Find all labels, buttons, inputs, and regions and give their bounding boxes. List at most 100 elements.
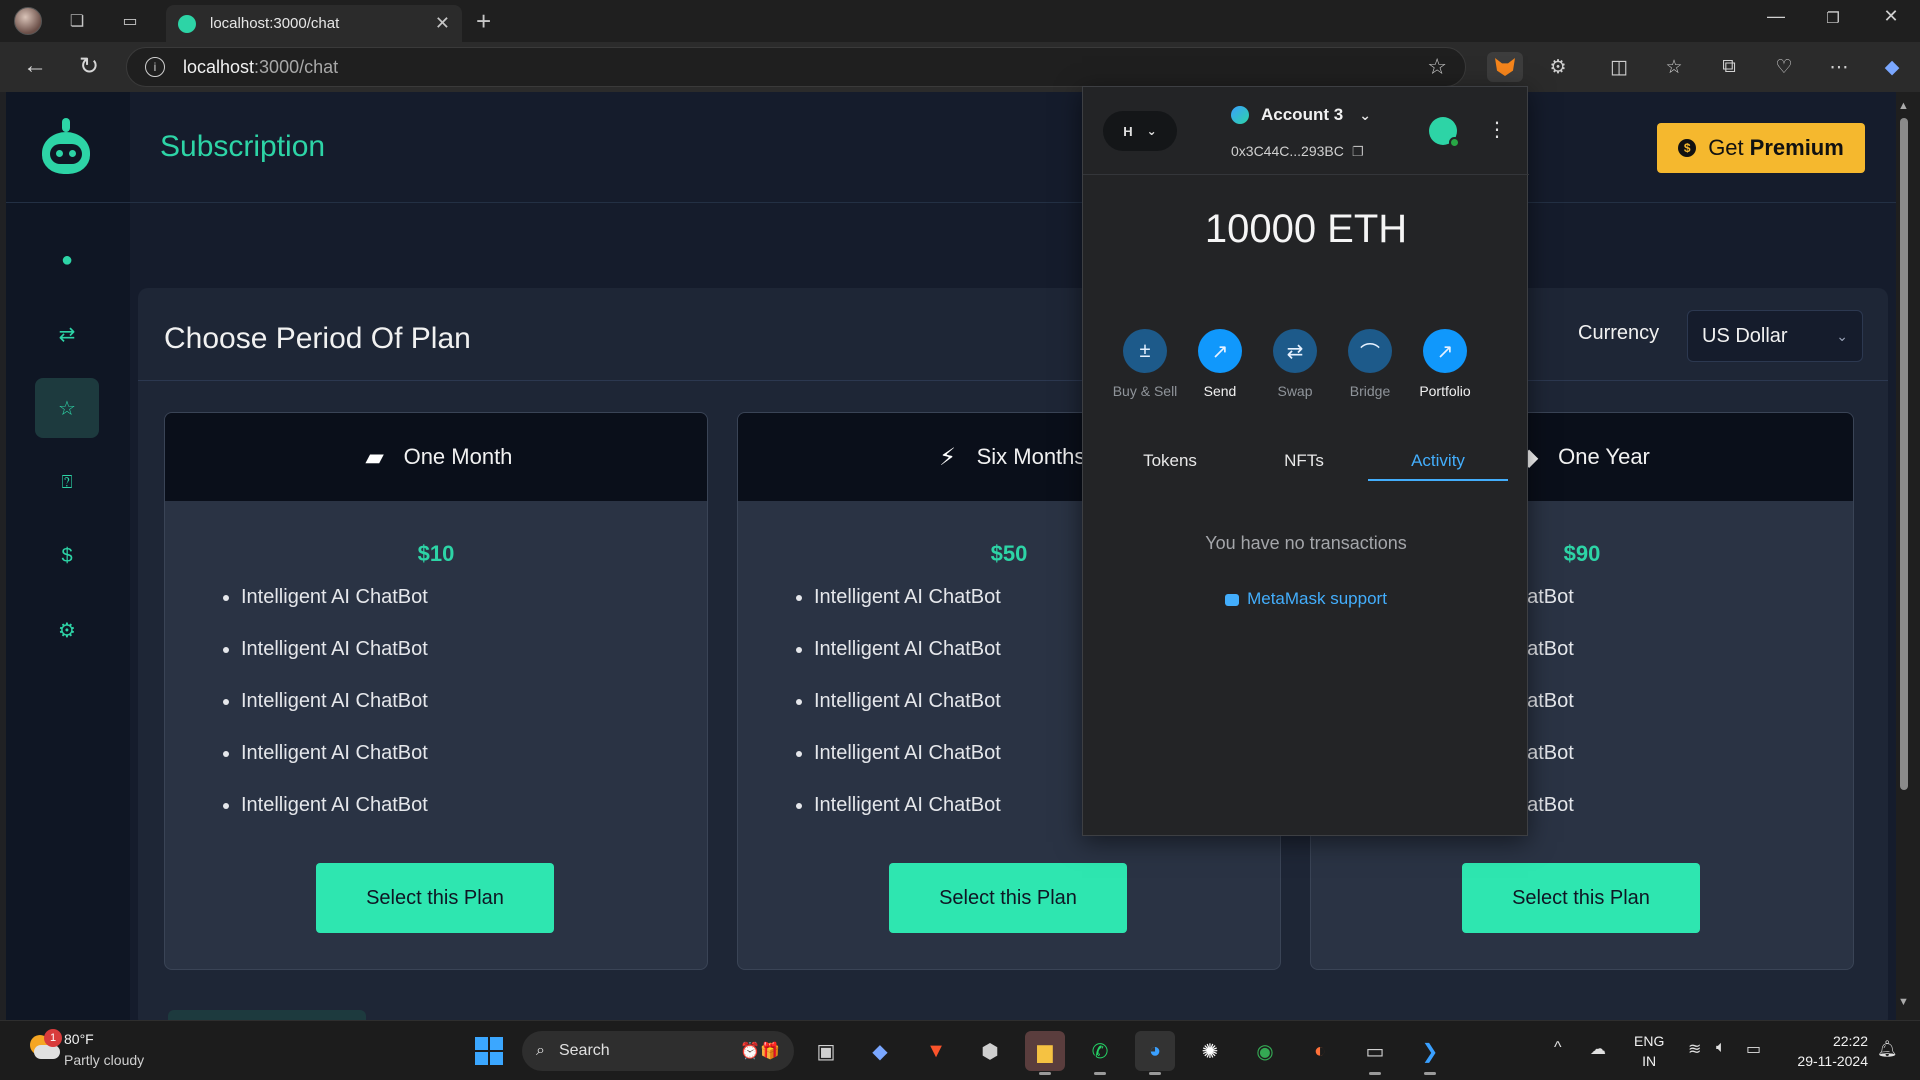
language-indicator[interactable]: ENG IN [1634, 1031, 1664, 1071]
workspaces-icon[interactable]: ❏ [64, 8, 90, 34]
swap-button[interactable]: ⇄ Swap [1260, 329, 1330, 399]
vscode-icon[interactable]: ❯ [1410, 1031, 1450, 1075]
whatsapp-icon[interactable]: ✆ [1080, 1031, 1120, 1075]
firefox-icon[interactable]: ◐ [1300, 1031, 1340, 1071]
brave-browser-icon[interactable]: ▼ [916, 1031, 956, 1071]
select-plan-button[interactable]: Select this Plan [316, 863, 554, 933]
clock-date: 29-11-2024 [1797, 1053, 1868, 1069]
buy-sell-icon: ± [1123, 329, 1167, 373]
browser-toolbar: ← ↻ i localhost :3000/chat ☆ ⚙ ◫ ☆ ⧉ ♡ ⋯… [0, 42, 1920, 92]
close-tab-icon[interactable]: ✕ [435, 13, 450, 34]
metamask-extension-button[interactable] [1487, 52, 1523, 82]
account-address[interactable]: 0x3C44C...293BC ❐ [1231, 143, 1364, 160]
vm-app-icon[interactable]: ⬢ [970, 1031, 1010, 1071]
notifications-bell-icon[interactable]: 🔔︎ [1877, 1039, 1897, 1059]
chatgpt-icon[interactable]: ✺ [1190, 1031, 1230, 1071]
support-link-text: MetaMask support [1247, 589, 1387, 608]
send-button[interactable]: ↗ Send [1185, 329, 1255, 399]
sidebar: ● ⇄ ☆ ⍰ $ ⚙ [6, 92, 130, 1020]
plan-card-one-month: ▰ One Month $10 Intelligent AI ChatBot I… [164, 412, 708, 970]
back-button[interactable]: ← [18, 52, 52, 80]
plan-feature: Intelligent AI ChatBot [241, 685, 707, 737]
buy-sell-button[interactable]: ± Buy & Sell [1110, 329, 1180, 399]
plan-feature: Intelligent AI ChatBot [241, 737, 707, 789]
scroll-up-icon[interactable]: ▲ [1898, 100, 1909, 112]
action-label: Swap [1277, 383, 1313, 399]
address-text: 0x3C44C...293BC [1231, 143, 1344, 159]
wifi-icon[interactable]: ≋ [1688, 1039, 1701, 1059]
start-button[interactable] [469, 1031, 509, 1071]
calendar-icon: ▰ [365, 443, 384, 471]
scrollbar-thumb[interactable] [1900, 118, 1908, 790]
browser-tab[interactable]: localhost:3000/chat ✕ [166, 5, 462, 42]
account-picker[interactable]: Account 3 ⌄ [1231, 105, 1371, 125]
copilot-taskbar-icon[interactable]: ◆ [860, 1031, 900, 1071]
more-options-icon[interactable]: ⋯ [1823, 52, 1855, 82]
sidebar-chat-icon[interactable]: ● [35, 230, 99, 290]
taskbar-search[interactable]: ⌕ Search ⏰🎁 [522, 1031, 794, 1071]
get-premium-button[interactable]: $ Get Premium [1657, 123, 1865, 173]
new-tab-button[interactable]: + [476, 6, 491, 37]
tab-activity[interactable]: Activity [1368, 441, 1508, 481]
address-bar[interactable]: i localhost :3000/chat ☆ [126, 47, 1466, 87]
app-logo[interactable] [36, 118, 96, 178]
show-hidden-icons-icon[interactable]: ^ [1554, 1039, 1562, 1057]
browser-essentials-icon[interactable]: ♡ [1768, 52, 1800, 82]
select-plan-button[interactable]: Select this Plan [889, 863, 1127, 933]
copilot-icon[interactable]: ◆ [1876, 52, 1908, 82]
plan-feature: Intelligent AI ChatBot [241, 789, 707, 841]
premium-label-bold: Premium [1749, 135, 1844, 160]
restore-button[interactable]: ❐ [1808, 9, 1858, 27]
chrome-icon[interactable]: ◉ [1245, 1031, 1285, 1071]
tab-tokens[interactable]: Tokens [1103, 441, 1237, 481]
system-clock[interactable]: 22:22 29-11-2024 [1784, 1031, 1868, 1071]
weather-badge: 1 [44, 1029, 62, 1047]
chevron-down-icon: ⌄ [1836, 327, 1848, 344]
reload-button[interactable]: ↻ [72, 52, 106, 81]
network-picker[interactable]: H ⌄ [1103, 111, 1177, 151]
favorite-star-icon[interactable]: ☆ [1427, 54, 1447, 80]
onedrive-cloud-icon[interactable]: ☁ [1590, 1039, 1606, 1059]
terminal-icon[interactable]: ▭ [1355, 1031, 1395, 1075]
minimize-button[interactable]: — [1751, 6, 1801, 27]
split-screen-icon[interactable]: ◫ [1603, 52, 1635, 82]
sidebar-help-icon[interactable]: ⍰ [35, 452, 99, 512]
scroll-down-icon[interactable]: ▼ [1898, 996, 1909, 1008]
portfolio-button[interactable]: ↗ Portfolio [1410, 329, 1480, 399]
action-label: Bridge [1349, 383, 1391, 399]
copy-icon[interactable]: ❐ [1352, 144, 1364, 159]
kebab-menu-icon[interactable]: ⋮ [1487, 117, 1507, 142]
chatbot-app: ● ⇄ ☆ ⍰ $ ⚙ Subscription $ Get Premium C… [6, 92, 1896, 1020]
favorites-icon[interactable]: ☆ [1658, 52, 1690, 82]
tab-favicon-icon [178, 14, 196, 33]
collections-icon[interactable]: ⧉ [1713, 52, 1745, 82]
sidebar-dollar-icon[interactable]: $ [35, 526, 99, 586]
sidebar-swap-icon[interactable]: ⇄ [35, 304, 99, 364]
panel-divider [138, 380, 1888, 381]
chevron-down-icon: ⌄ [1359, 106, 1371, 123]
plan-name: One Year [1558, 444, 1650, 469]
plan-feature: Intelligent AI ChatBot [241, 633, 707, 685]
select-plan-button[interactable]: Select this Plan [1462, 863, 1700, 933]
task-view-icon[interactable]: ▣ [806, 1031, 846, 1071]
volume-icon[interactable]: 🔈︎ [1716, 1039, 1726, 1057]
weather-widget[interactable]: 1 [26, 1029, 62, 1061]
metamask-support-link[interactable]: MetaMask support [1083, 589, 1529, 609]
site-info-icon[interactable]: i [145, 57, 165, 77]
plan-header: ▰ One Month [165, 413, 707, 501]
tab-nfts[interactable]: NFTs [1237, 441, 1371, 481]
plan-name: One Month [403, 444, 513, 469]
connected-site-icon[interactable] [1429, 117, 1460, 148]
edge-browser-icon[interactable]: ◕ [1135, 1031, 1175, 1075]
tab-actions-icon[interactable]: ▭ [117, 8, 143, 34]
currency-select[interactable]: US Dollar ⌄ [1687, 310, 1863, 362]
bridge-button[interactable]: ⌒ Bridge [1335, 329, 1405, 399]
battery-icon[interactable]: ▭ [1746, 1039, 1761, 1059]
sidebar-subscription-star-icon[interactable]: ☆ [35, 378, 99, 438]
file-explorer-icon[interactable]: ▆ [1025, 1031, 1065, 1075]
extensions-icon[interactable]: ⚙ [1542, 52, 1574, 82]
plan-section-title: Choose Period Of Plan [164, 322, 471, 355]
profile-avatar[interactable] [14, 7, 42, 35]
close-window-button[interactable]: ✕ [1866, 6, 1916, 27]
sidebar-settings-icon[interactable]: ⚙ [35, 600, 99, 660]
